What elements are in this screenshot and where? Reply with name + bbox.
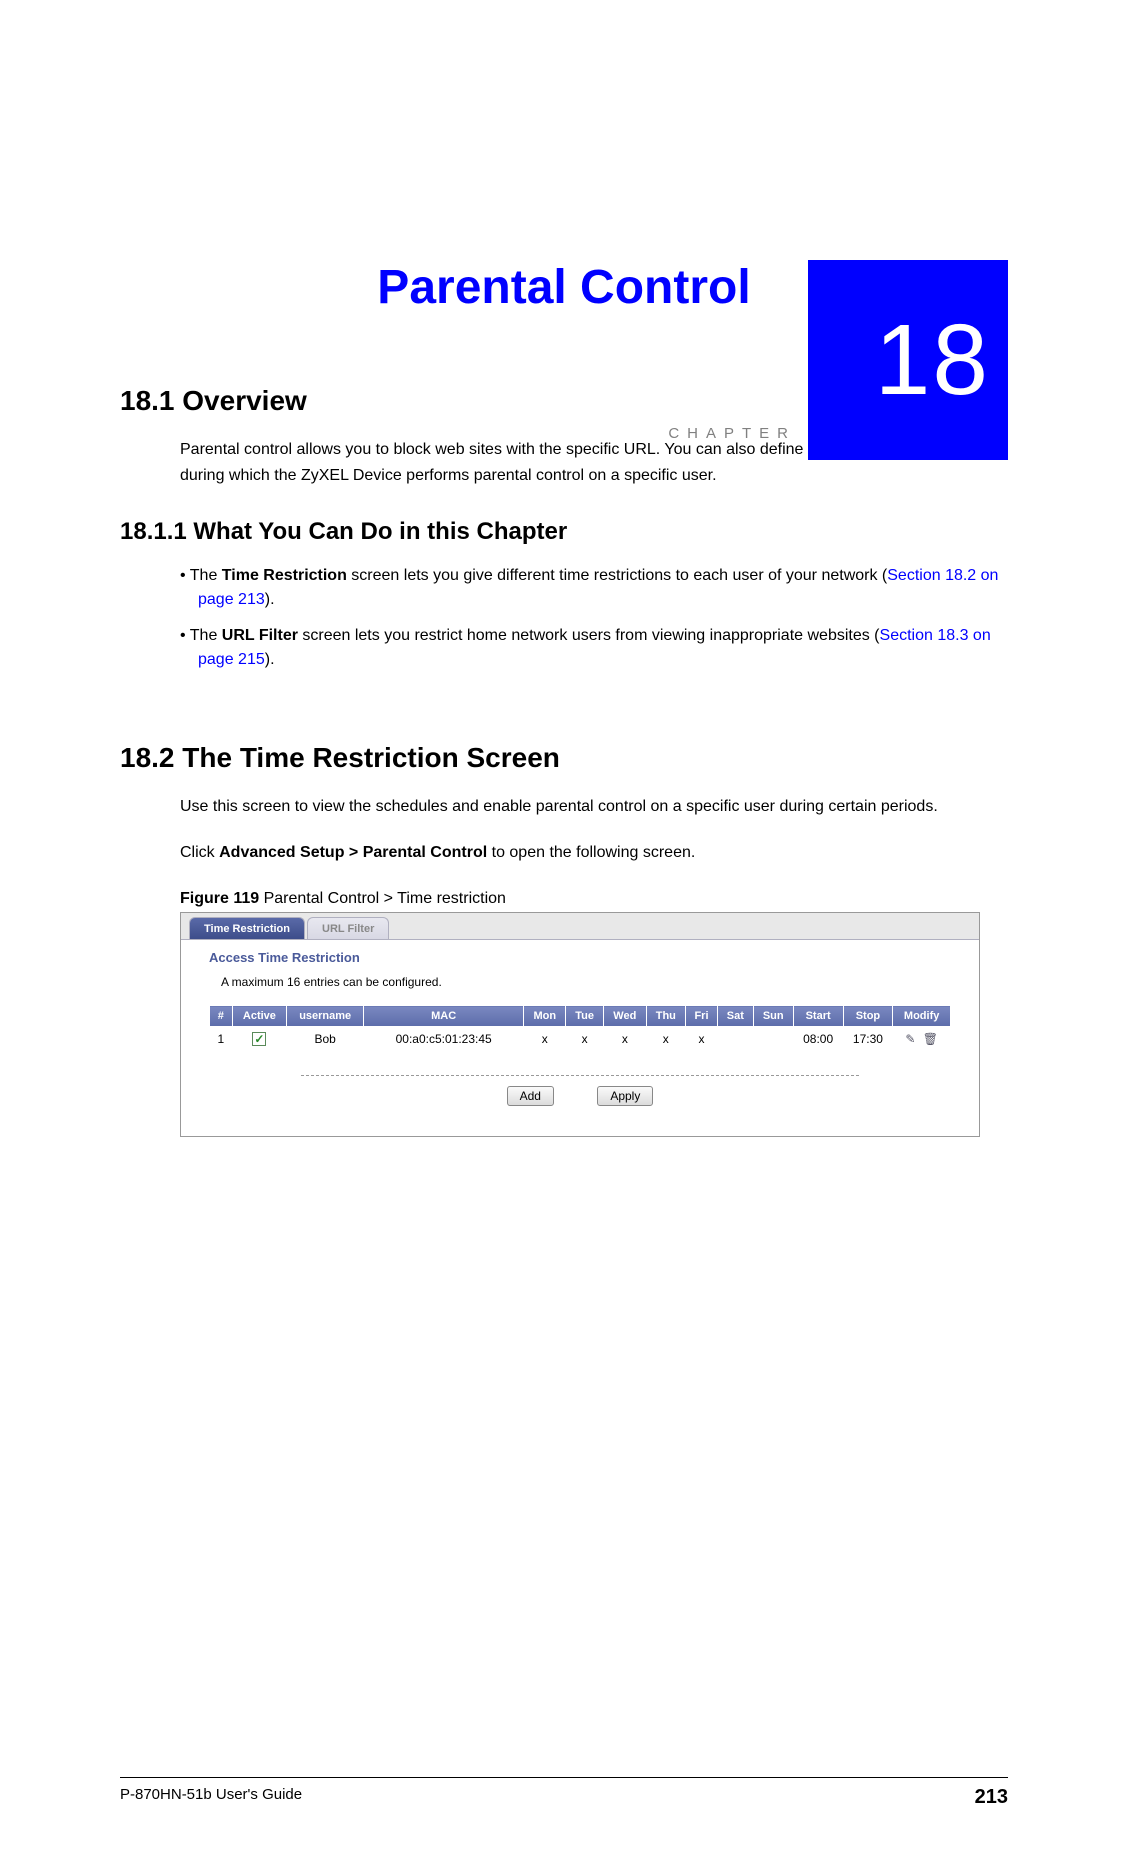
th-username: username <box>287 1006 364 1027</box>
cell-modify: ✎ 🗑 <box>893 1027 951 1052</box>
list-item: The Time Restriction screen lets you giv… <box>180 564 1008 612</box>
apply-button[interactable]: Apply <box>597 1086 653 1106</box>
th-mon: Mon <box>524 1006 566 1027</box>
th-active: Active <box>232 1006 287 1027</box>
th-num: # <box>210 1006 233 1027</box>
cell-thu: x <box>646 1027 685 1052</box>
delete-icon[interactable]: 🗑 <box>923 1032 938 1046</box>
page-footer: P-870HN-51b User's Guide 213 <box>120 1777 1008 1809</box>
bullet-bold: URL Filter <box>222 627 298 644</box>
what-you-can-do-list: The Time Restriction screen lets you giv… <box>180 564 1008 672</box>
chapter-label: CHAPTER <box>668 425 796 442</box>
cell-active <box>232 1027 287 1052</box>
add-button[interactable]: Add <box>507 1086 554 1106</box>
figure-number: Figure 119 <box>180 890 259 907</box>
th-modify: Modify <box>893 1006 951 1027</box>
th-tue: Tue <box>566 1006 604 1027</box>
bullet-bold: Time Restriction <box>222 567 347 584</box>
bullet-text: screen lets you restrict home network us… <box>298 627 880 644</box>
th-wed: Wed <box>603 1006 646 1027</box>
cell-mon: x <box>524 1027 566 1052</box>
cell-stop: 17:30 <box>843 1027 893 1052</box>
active-checkbox[interactable] <box>252 1032 266 1046</box>
chapter-tab: 18 <box>808 260 1008 460</box>
th-thu: Thu <box>646 1006 685 1027</box>
table-row: 1 Bob 00:a0:c5:01:23:45 x x x x x 08:00 … <box>210 1027 951 1052</box>
body-text: to open the following screen. <box>487 844 695 861</box>
figure-caption: Figure 119 Parental Control > Time restr… <box>180 890 1008 908</box>
cell-sat <box>718 1027 754 1052</box>
section-18-2-body1: Use this screen to view the schedules an… <box>180 794 1008 820</box>
panel-note: A maximum 16 entries can be configured. <box>181 971 979 1005</box>
th-mac: MAC <box>364 1006 524 1027</box>
cell-wed: x <box>603 1027 646 1052</box>
bullet-text: The <box>190 567 222 584</box>
bullet-text: ). <box>265 591 275 608</box>
body-text: Click <box>180 844 219 861</box>
table-header-row: # Active username MAC Mon Tue Wed Thu Fr… <box>210 1006 951 1027</box>
cell-start: 08:00 <box>793 1027 843 1052</box>
cell-fri: x <box>685 1027 717 1052</box>
bullet-text: screen lets you give different time rest… <box>347 567 887 584</box>
chapter-number: 18 <box>875 303 990 418</box>
cell-sun <box>753 1027 793 1052</box>
footer-guide-name: P-870HN-51b User's Guide <box>120 1786 302 1809</box>
cell-tue: x <box>566 1027 604 1052</box>
list-item: The URL Filter screen lets you restrict … <box>180 624 1008 672</box>
button-row: Add Apply <box>181 1086 979 1106</box>
edit-icon[interactable]: ✎ <box>905 1032 915 1046</box>
th-start: Start <box>793 1006 843 1027</box>
nav-path: Advanced Setup > Parental Control <box>219 844 487 861</box>
th-sun: Sun <box>753 1006 793 1027</box>
divider <box>301 1075 859 1076</box>
cell-username: Bob <box>287 1027 364 1052</box>
bullet-text: The <box>190 627 222 644</box>
tab-time-restriction[interactable]: Time Restriction <box>189 917 305 939</box>
tab-url-filter[interactable]: URL Filter <box>307 917 389 939</box>
section-18-2-heading: 18.2 The Time Restriction Screen <box>120 742 1008 774</box>
time-restriction-table: # Active username MAC Mon Tue Wed Thu Fr… <box>209 1005 951 1051</box>
tabs-bar: Time Restriction URL Filter <box>181 913 979 940</box>
th-fri: Fri <box>685 1006 717 1027</box>
time-restriction-screenshot: Time Restriction URL Filter Access Time … <box>180 912 980 1137</box>
section-18-1-1-heading: 18.1.1 What You Can Do in this Chapter <box>120 518 1008 546</box>
cell-num: 1 <box>210 1027 233 1052</box>
bullet-text: ). <box>265 651 275 668</box>
page-number: 213 <box>975 1786 1008 1809</box>
cell-mac: 00:a0:c5:01:23:45 <box>364 1027 524 1052</box>
th-stop: Stop <box>843 1006 893 1027</box>
section-18-2-body2: Click Advanced Setup > Parental Control … <box>180 840 1008 866</box>
panel-title: Access Time Restriction <box>181 940 979 971</box>
figure-title: Parental Control > Time restriction <box>259 890 506 907</box>
th-sat: Sat <box>718 1006 754 1027</box>
